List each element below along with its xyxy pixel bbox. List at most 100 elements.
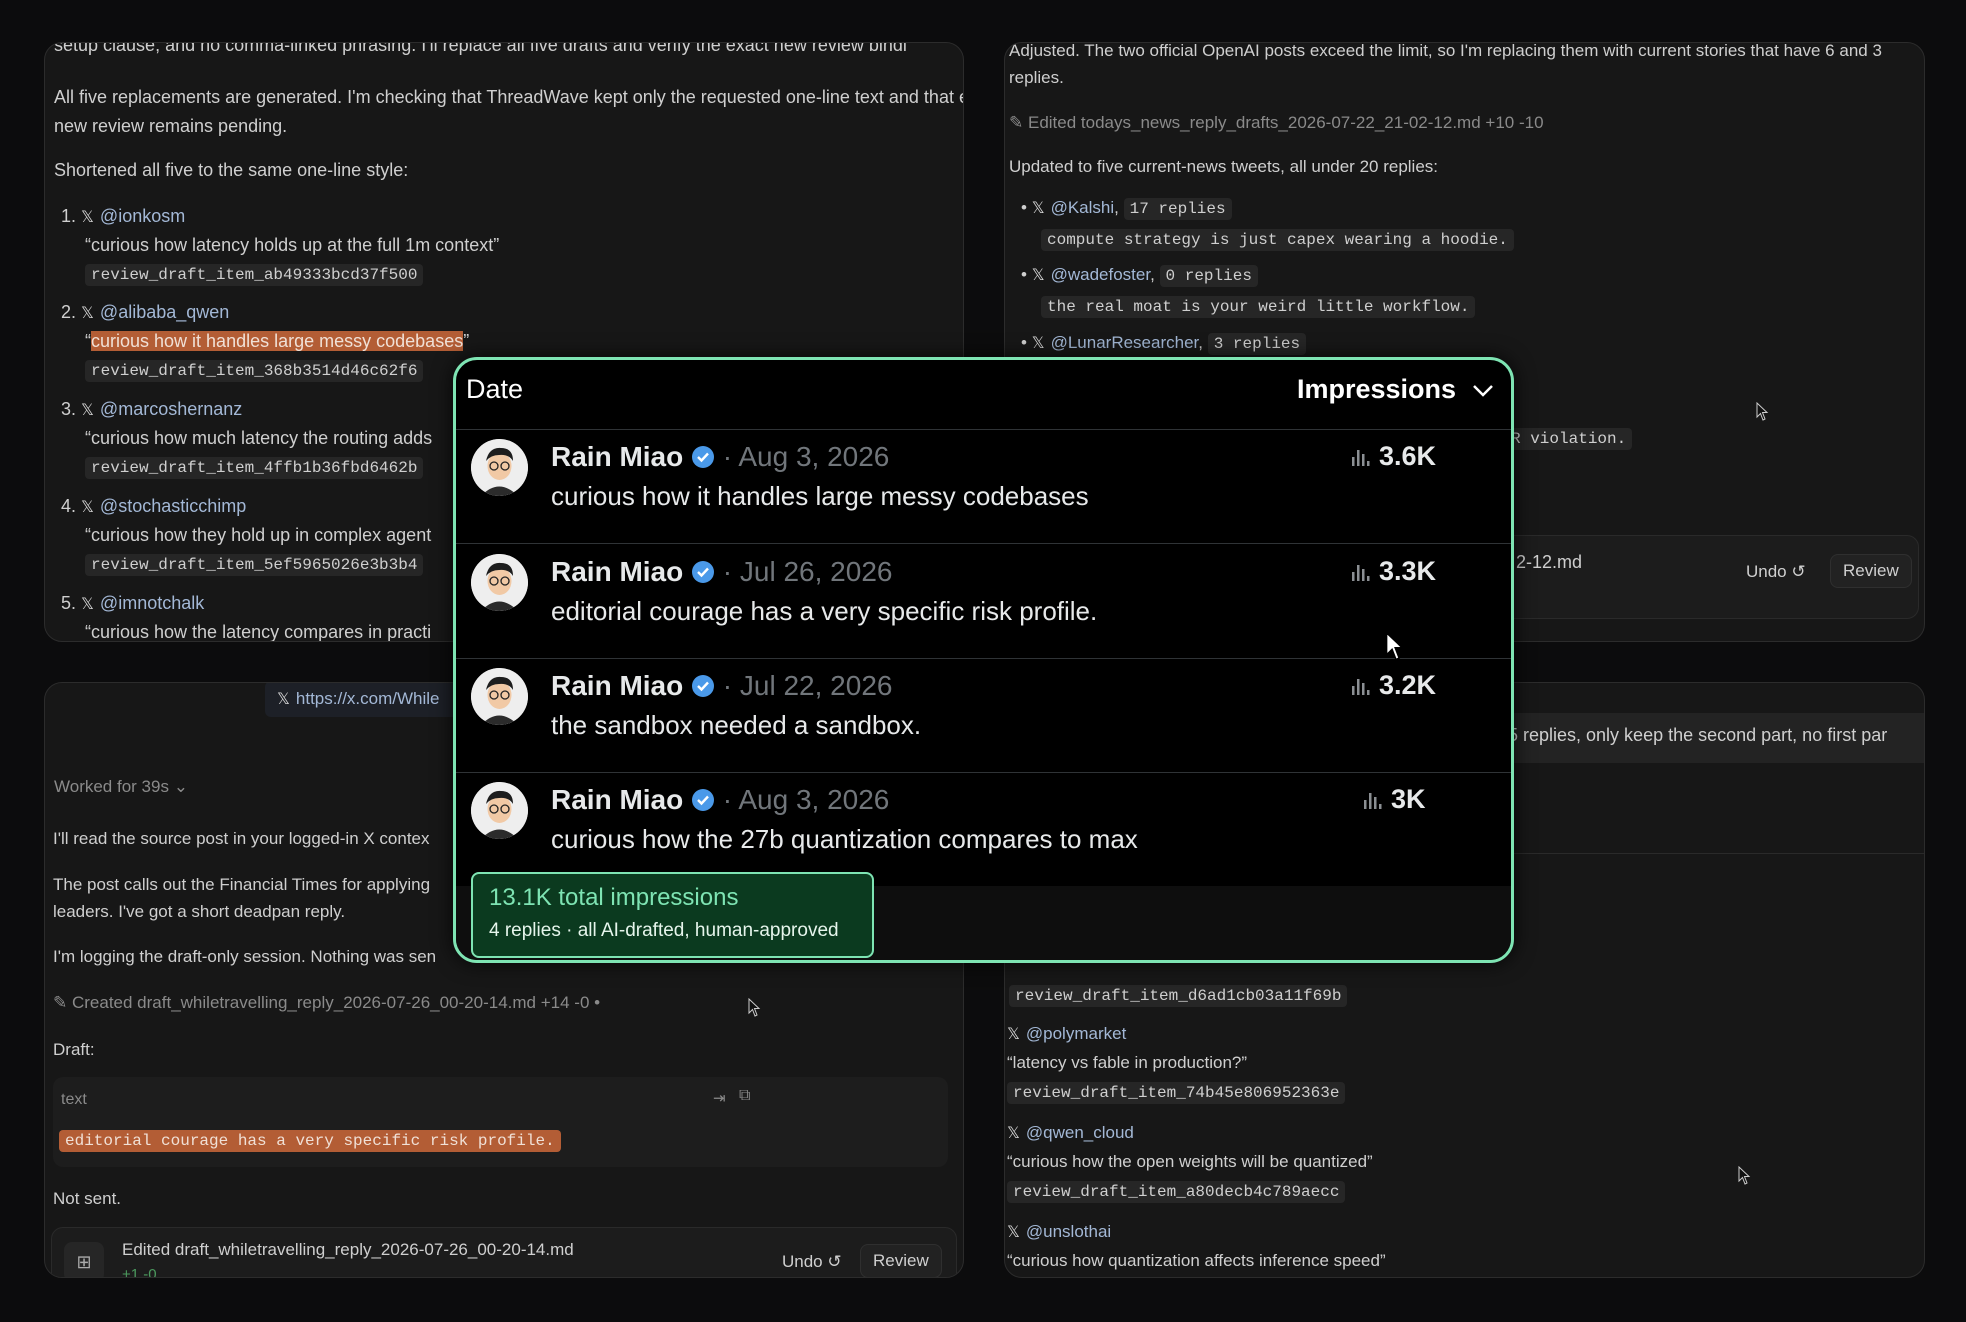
edited-file-name[interactable]: Edited todays_news_reply_drafts_2026-07-… (1028, 113, 1481, 132)
reply-text: “curious how the latency compares in pra… (85, 622, 432, 642)
sort-label: Impressions (1297, 374, 1457, 404)
handle-link[interactable]: @wadefoster (1051, 265, 1150, 284)
handle-link[interactable]: @Kalshi (1051, 198, 1115, 217)
author-line: Rain Miao · Jul 26, 2026 (551, 556, 892, 588)
reply-text: “curious how much latency the routing ad… (85, 428, 433, 448)
impressions-value: 3.6K (1379, 441, 1437, 471)
created-file-name[interactable]: Created draft_whiletravelling_reply_2026… (72, 993, 536, 1012)
verified-badge-icon (692, 675, 715, 697)
message-text: Shortened all five to the same one-line … (54, 160, 409, 180)
handle-link[interactable]: @polymarket (1026, 1024, 1126, 1043)
impressions-sort-dropdown[interactable]: Impressions (1297, 374, 1494, 405)
handle-link[interactable]: @imnotchalk (100, 593, 204, 613)
diff-stats: +14 -0 (540, 993, 590, 1012)
handle-link[interactable]: @qwen_cloud (1026, 1123, 1134, 1142)
undo-label: Undo (782, 1252, 823, 1271)
tweet-text: curious how the 27b quantization compare… (551, 824, 1138, 854)
tweet-text: the sandbox needed a sandbox. (551, 710, 922, 740)
reply-text: “curious how quantization affects infere… (1007, 1251, 1386, 1270)
highlighted-reply-text: curious how it handles large messy codeb… (91, 331, 464, 351)
partial-code: R violation. (1505, 427, 1633, 450)
author-line: Rain Miao · Aug 3, 2026 (551, 441, 889, 473)
message-text: I'll read the source post in your logged… (53, 829, 430, 848)
edited-file-name[interactable]: Edited draft_whiletravelling_reply_2026-… (122, 1240, 574, 1260)
code-block: text ⇥ ⧉ editorial courage has a very sp… (53, 1077, 948, 1167)
handle-link[interactable]: @stochasticchimp (100, 496, 246, 516)
url-chip[interactable]: 𝕏https://x.com/While (265, 683, 485, 717)
x-logo-icon: 𝕏 (1007, 1024, 1020, 1043)
list-number: 1. (61, 206, 77, 226)
tweet-row[interactable]: Rain Miao · Jul 22, 2026 the sandbox nee… (456, 658, 1511, 773)
analytics-bar-icon (1352, 450, 1370, 466)
review-id: review_draft_item_a80decb4c789aecc (1007, 1181, 1346, 1203)
pencil-icon: ✎ (53, 993, 68, 1012)
worked-label: Worked for 39s (54, 777, 169, 796)
list-item: • 𝕏 @Kalshi, 17 replies compute strategy … (1021, 193, 1514, 255)
handle-link[interactable]: @unslothai (1026, 1222, 1111, 1241)
list-number: 4. (61, 496, 77, 516)
date-column-header[interactable]: Date (466, 374, 523, 405)
handle-link[interactable]: @LunarResearcher (1051, 333, 1199, 352)
reply-count: 0 replies (1159, 265, 1258, 287)
impressions-count: 3K (1363, 784, 1426, 815)
handle-link[interactable]: @ionkosm (100, 206, 185, 226)
author-name[interactable]: Rain Miao (551, 784, 683, 815)
prompt-text: 5 replies, only keep the second part, no… (1508, 725, 1888, 745)
author-name[interactable]: Rain Miao (551, 670, 683, 701)
verified-badge-icon (692, 446, 715, 468)
reply-count: 17 replies (1123, 198, 1232, 220)
tweet-row[interactable]: Rain Miao · Aug 3, 2026 curious how it h… (456, 429, 1511, 544)
list-item: 1. 𝕏 @ionkosm “curious how latency holds … (61, 202, 499, 289)
x-logo-icon: 𝕏 (277, 689, 290, 708)
created-file-note: ✎ Created draft_whiletravelling_reply_20… (53, 993, 600, 1013)
review-id: review_draft_item_74b45e806952363e (1007, 1082, 1346, 1104)
impressions-popup: Date Impressions Rain Miao · Aug 3, 2026… (453, 357, 1514, 963)
x-logo-icon: 𝕏 (81, 303, 94, 322)
wrap-icon[interactable]: ⇥ (713, 1089, 726, 1107)
status-dot-icon: • (594, 993, 601, 1012)
source-url: https://x.com/While (295, 689, 440, 708)
review-id: review_draft_item_ab49333bcd37f500 (85, 264, 424, 286)
analytics-bar-icon (1364, 793, 1382, 809)
handle-link[interactable]: @marcoshernanz (100, 399, 242, 419)
review-button[interactable]: Review (1830, 554, 1912, 588)
handle-link[interactable]: @alibaba_qwen (100, 302, 229, 322)
list-number: 5. (61, 593, 77, 613)
edited-file-note: ✎ Edited todays_news_reply_drafts_2026-0… (1009, 113, 1544, 133)
undo-button[interactable]: Undo ↺ (1734, 556, 1818, 588)
undo-button[interactable]: Undo ↺ (770, 1246, 854, 1277)
total-impressions: 13.1K total impressions (489, 884, 739, 911)
diff-stats: +1 -0 (122, 1266, 157, 1278)
x-logo-icon: 𝕏 (1031, 333, 1045, 352)
tweet-row[interactable]: Rain Miao · Aug 3, 2026 curious how the … (456, 772, 1511, 886)
message-text: Adjusted. The two official OpenAI posts … (1009, 42, 1882, 87)
file-name[interactable]: 2-12.md (1516, 552, 1582, 573)
file-diff-icon: ⊞ (64, 1242, 104, 1277)
author-line: Rain Miao · Aug 3, 2026 (551, 784, 889, 816)
x-logo-icon: 𝕏 (81, 497, 94, 516)
avatar (471, 782, 528, 839)
avatar (471, 668, 528, 725)
pencil-icon: ✎ (1009, 113, 1024, 132)
x-logo-icon: 𝕏 (81, 207, 94, 226)
copy-icon[interactable]: ⧉ (739, 1087, 750, 1105)
impressions-count: 3.6K (1351, 441, 1436, 472)
review-button[interactable]: Review (860, 1244, 942, 1277)
reply-text: “curious how the open weights will be qu… (1007, 1152, 1373, 1171)
tweet-text: editorial courage has a very specific ri… (551, 596, 1098, 626)
tweet-row[interactable]: Rain Miao · Jul 26, 2026 editorial coura… (456, 544, 1511, 659)
list-item: • 𝕏 @LunarResearcher, 3 replies (1021, 328, 1307, 359)
analytics-bar-icon (1352, 679, 1370, 695)
worked-duration-toggle[interactable]: Worked for 39s ⌄ (54, 777, 188, 797)
list-item: review_draft_item_d6ad1cb03a11f69b (1009, 981, 1348, 1010)
author-name[interactable]: Rain Miao (551, 556, 683, 587)
x-logo-icon: 𝕏 (1031, 198, 1045, 217)
review-id: review_draft_item_4ffb1b36fbd6462b (85, 457, 424, 479)
reply-text: compute strategy is just capex wearing a… (1041, 229, 1514, 251)
list-item: 5. 𝕏 @imnotchalk “curious how the latency… (61, 589, 432, 642)
author-name[interactable]: Rain Miao (551, 441, 683, 472)
verified-badge-icon (692, 789, 715, 811)
draft-label: Draft: (53, 1040, 95, 1059)
message-text: I'm logging the draft-only session. Noth… (53, 947, 437, 966)
cursor-icon (1756, 402, 1769, 421)
